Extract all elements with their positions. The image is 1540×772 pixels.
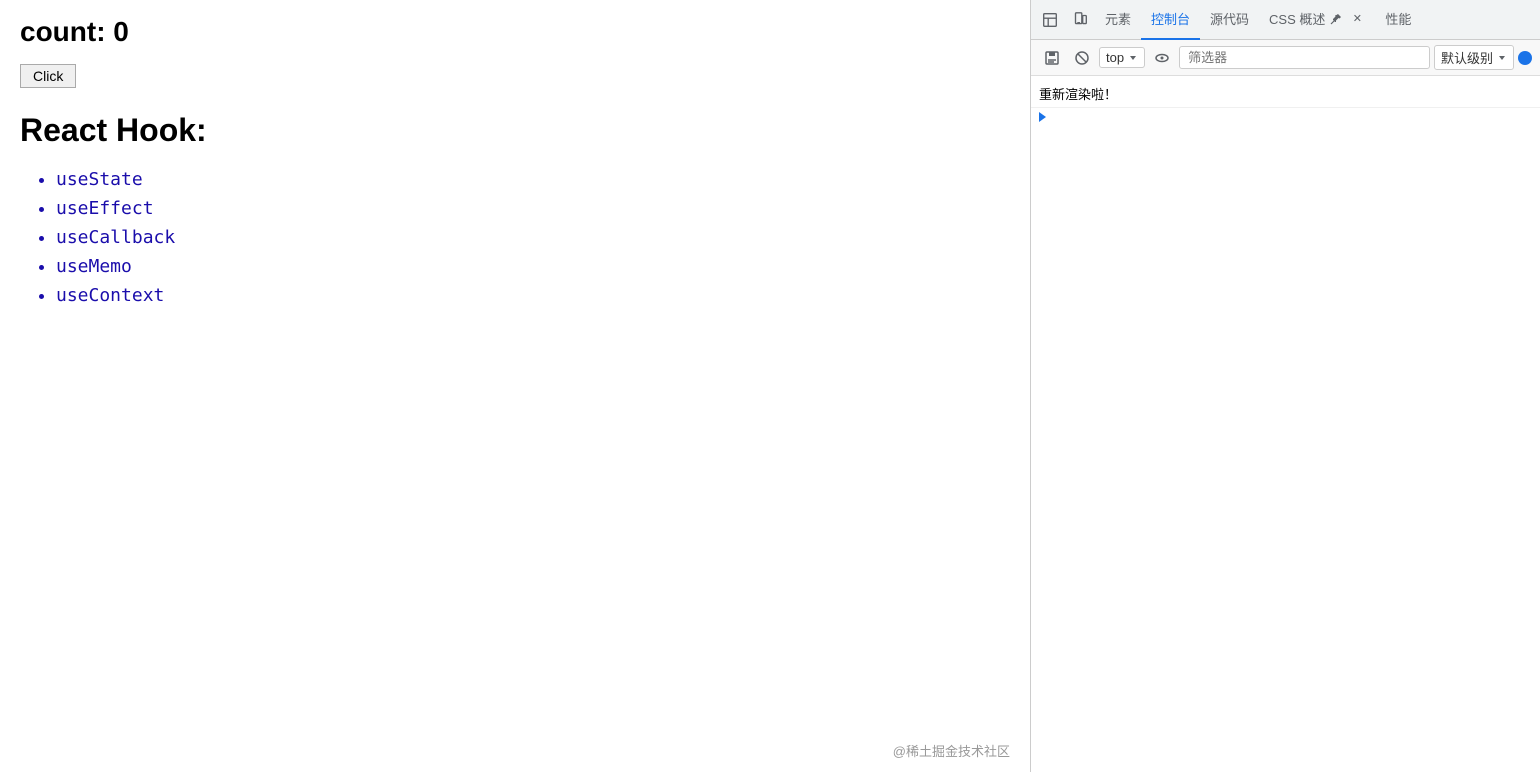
tab-console[interactable]: 控制台 xyxy=(1141,0,1200,40)
chevron-right-icon xyxy=(1039,112,1046,122)
click-button[interactable]: Click xyxy=(20,64,76,88)
top-frame-dropdown[interactable]: top xyxy=(1099,47,1145,68)
devtools-panel: 元素 控制台 源代码 CSS 概述 ✕ 性能 xyxy=(1030,0,1540,772)
save-log-icon[interactable] xyxy=(1039,45,1065,71)
count-display: count: 0 xyxy=(20,16,1010,48)
clear-console-icon[interactable] xyxy=(1069,45,1095,71)
tab-css-overview[interactable]: CSS 概述 ✕ xyxy=(1259,0,1375,40)
react-hook-title: React Hook: xyxy=(20,112,1010,149)
footer-text: @稀土掘金技术社区 xyxy=(893,741,1010,760)
chevron-down-icon xyxy=(1497,53,1507,63)
page-content: count: 0 Click React Hook: useState useE… xyxy=(0,0,1030,772)
hook-list: useState useEffect useCallback useMemo u… xyxy=(20,169,1010,306)
tab-performance[interactable]: 性能 xyxy=(1375,0,1421,40)
filter-input[interactable] xyxy=(1179,46,1430,69)
devtools-console: 重新渲染啦！ xyxy=(1031,76,1540,772)
console-message-text: 重新渲染啦！ xyxy=(1039,84,1117,103)
pin-icon xyxy=(1329,12,1343,26)
console-message: 重新渲染啦！ xyxy=(1031,80,1540,108)
list-item: useCallback xyxy=(56,227,1010,248)
eye-icon[interactable] xyxy=(1149,45,1175,71)
device-toolbar-icon[interactable] xyxy=(1066,6,1094,34)
list-item: useState xyxy=(56,169,1010,190)
list-item: useContext xyxy=(56,285,1010,306)
chevron-down-icon xyxy=(1128,53,1138,63)
inspect-element-icon[interactable] xyxy=(1036,6,1064,34)
tab-sources[interactable]: 源代码 xyxy=(1200,0,1259,40)
close-css-overview-tab-icon[interactable]: ✕ xyxy=(1349,11,1365,27)
list-item: useMemo xyxy=(56,256,1010,277)
list-item: useEffect xyxy=(56,198,1010,219)
console-expand-row[interactable] xyxy=(1031,108,1540,126)
notification-dot xyxy=(1518,51,1532,65)
log-level-dropdown[interactable]: 默认级别 xyxy=(1434,45,1514,70)
devtools-toolbar: top 默认级别 xyxy=(1031,40,1540,76)
devtools-tabs: 元素 控制台 源代码 CSS 概述 ✕ 性能 xyxy=(1031,0,1540,40)
tab-elements[interactable]: 元素 xyxy=(1095,0,1141,40)
